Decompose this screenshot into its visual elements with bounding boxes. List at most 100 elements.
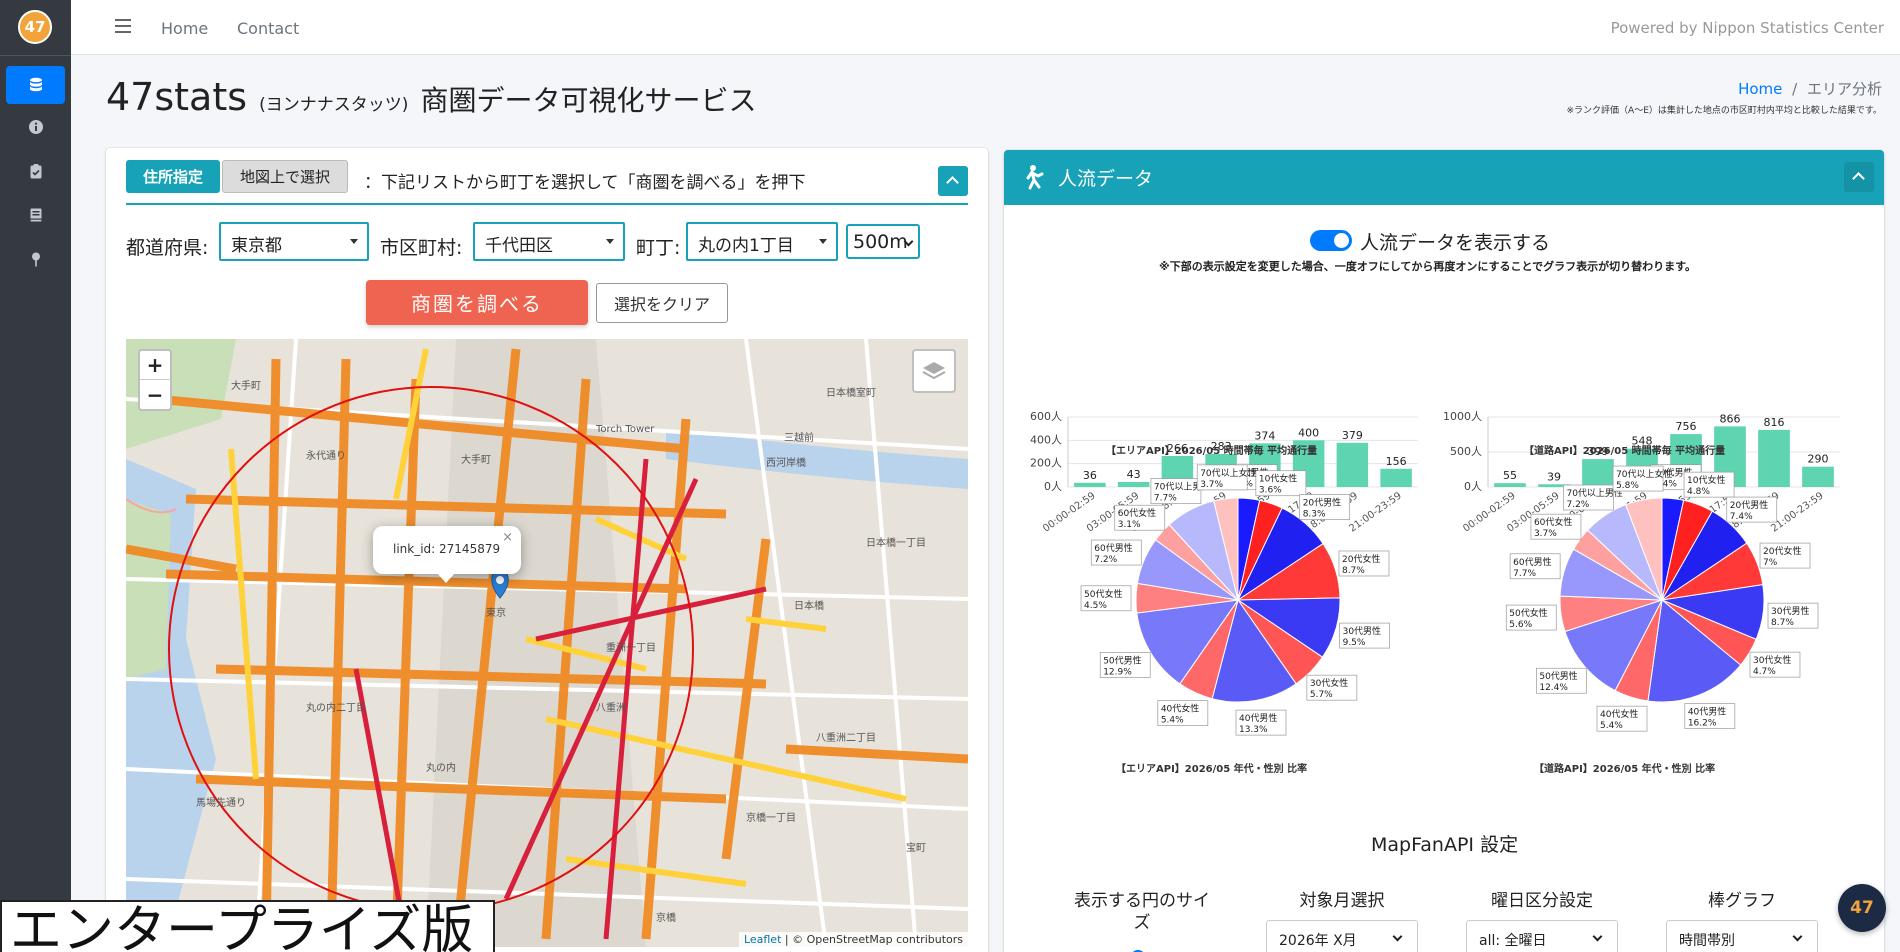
map-view[interactable]: 大手町 永代通り 大手町 東京 丸の内二丁目 丸の内 八重洲 日本橋 京橋一丁目… — [126, 339, 968, 947]
page-title-ruby: (ヨンナナスタッツ) — [259, 95, 409, 115]
bar-chart-label: 棒グラフ — [1708, 891, 1776, 911]
pie-label: 30代女性 — [1310, 677, 1348, 689]
chart-caption: 【道路API】2026/05 時間帯毎 平均通行量 — [1524, 446, 1726, 457]
bar — [1380, 468, 1412, 487]
sidebar-item-clipboard[interactable] — [6, 152, 65, 190]
pie-value-label: 7.2% — [1566, 500, 1589, 510]
chart-caption: 【エリアAPI】2026/05 年代・性別 比率 — [1116, 764, 1308, 775]
weekday-select[interactable]: all: 全曜日 — [1466, 920, 1618, 952]
map-label: 日本橋 — [794, 601, 824, 612]
map-label: 大手町 — [231, 381, 261, 392]
breadcrumb-current: エリア分析 — [1806, 80, 1882, 98]
prefecture-value: 東京都 — [231, 236, 282, 256]
pie-value-label: 3.7% — [1200, 480, 1223, 490]
pie-label: 70代以上女性 — [1200, 467, 1256, 479]
collapse-left-button[interactable] — [938, 166, 968, 196]
popup-close-button[interactable]: × — [502, 530, 513, 545]
prefecture-select[interactable]: 東京都 — [219, 222, 369, 261]
map-label: 永代通り — [306, 451, 346, 462]
pie-label: 70代以上女性 — [1616, 468, 1672, 480]
nav-contact-link[interactable]: Contact — [237, 19, 299, 38]
map-label: 宝町 — [906, 843, 926, 854]
people-flow-title: 人流データ — [1058, 168, 1154, 190]
bar-value-label: 866 — [1720, 412, 1741, 425]
hamburger-menu-icon[interactable] — [115, 19, 131, 33]
tab-underline — [126, 203, 968, 205]
leaflet-link[interactable]: Leaflet — [744, 933, 781, 946]
chart-caption: 【道路API】2026/05 年代・性別 比率 — [1534, 764, 1716, 775]
pie-value-label: 5.6% — [1509, 620, 1532, 630]
floating-logo-button[interactable]: 47 — [1838, 884, 1886, 932]
bar-chart-value: 時間帯別 — [1679, 933, 1735, 949]
month-value: 2026年 X月 — [1279, 933, 1357, 949]
pie-label: 20代女性 — [1342, 553, 1380, 565]
pie-value-label: 5.4% — [1600, 721, 1623, 731]
month-label: 対象月選択 — [1299, 891, 1385, 911]
pie-value-label: 4.5% — [1084, 601, 1107, 611]
sidebar-item-location[interactable] — [6, 240, 65, 278]
circle-size-label: 表示する円のサイズ — [1074, 891, 1210, 934]
toggle-note: ※下部の表示設定を変更した場合、一度オフにしてから再度オンにすることでグラフ表示… — [1159, 260, 1697, 273]
town-select[interactable]: 丸の内1丁目 — [686, 222, 838, 261]
pie-label: 50代女性 — [1084, 588, 1122, 600]
pie-label: 30代男性 — [1343, 625, 1381, 637]
pie-label: 50代男性 — [1539, 670, 1577, 682]
distance-select[interactable]: 500m — [846, 224, 920, 259]
layers-button[interactable] — [912, 349, 956, 393]
map-label: 馬場先通り — [196, 798, 246, 809]
bar — [1336, 442, 1369, 487]
pie-value-label: 4.7% — [1753, 667, 1776, 677]
city-value: 千代田区 — [485, 236, 553, 256]
instruction-text: ：下記リストから町丁を選択して「商圏を調べる」を押下 — [364, 173, 806, 193]
people-flow-card: 人流データ 人流データを表示する ※下部の表示設定を変更した場合、一度オフにして… — [1004, 150, 1884, 952]
chevron-down-icon — [350, 239, 358, 244]
clipboard-check-icon — [30, 164, 41, 179]
collapse-right-button[interactable] — [1844, 162, 1874, 192]
bar-value-label: 36 — [1083, 469, 1097, 482]
map-label: 京橋 — [656, 913, 676, 924]
brand-logo[interactable]: 47 — [18, 10, 52, 44]
zoom-out-button[interactable]: − — [140, 380, 170, 409]
tab-address[interactable]: 住所指定 — [126, 160, 220, 193]
map-label: 日本橋一丁目 — [866, 538, 926, 549]
pie-label: 10代女性 — [1259, 473, 1297, 485]
area-select-card: 住所指定 地図上で選択 ：下記リストから町丁を選択して「商圏を調べる」を押下 都… — [106, 148, 988, 952]
people-flow-toggle[interactable] — [1310, 230, 1352, 251]
bar-chart-select[interactable]: 時間帯別 — [1666, 920, 1818, 952]
pie-value-label: 3.7% — [1534, 529, 1557, 539]
breadcrumb-home-link[interactable]: Home — [1738, 80, 1782, 98]
sidebar-item-info[interactable] — [6, 108, 65, 146]
map-label: 三越前 — [784, 433, 814, 444]
month-select[interactable]: 2026年 X月 — [1266, 920, 1418, 952]
bar-value-label: 379 — [1342, 429, 1363, 442]
pie-value-label: 3.6% — [1259, 486, 1282, 496]
bar-value-label: 156 — [1386, 455, 1407, 468]
nav-home-link[interactable]: Home — [161, 19, 208, 38]
walking-person-icon — [1026, 165, 1044, 190]
sidebar-divider — [0, 55, 71, 56]
bar — [1074, 482, 1106, 487]
pie-value-label: 12.9% — [1103, 667, 1132, 677]
prefecture-label: 都道府県: — [126, 237, 209, 259]
bar-value-label: 400 — [1298, 426, 1319, 439]
pie-value-label: 3.1% — [1118, 520, 1141, 530]
search-area-button[interactable]: 商圏を調べる — [366, 280, 588, 325]
sidebar-item-database[interactable] — [6, 66, 65, 104]
map-label: 大手町 — [461, 455, 491, 466]
layers-icon — [922, 362, 946, 380]
tab-map-select[interactable]: 地図上で選択 — [222, 160, 348, 193]
sidebar-item-book[interactable] — [6, 196, 65, 234]
map-label: 京橋一丁目 — [746, 813, 796, 824]
zoom-in-button[interactable]: + — [140, 351, 170, 380]
pie-value-label: 4.8% — [1687, 487, 1710, 497]
pie-value-label: 7.2% — [1094, 555, 1117, 565]
weekday-value: all: 全曜日 — [1479, 933, 1547, 949]
y-tick-label: 400人 — [1030, 433, 1062, 446]
pie-label: 60代女性 — [1118, 507, 1156, 519]
enterprise-edition-label: エンタープライズ版 — [0, 900, 495, 952]
map-label: Torch Tower — [596, 424, 655, 435]
map-label: 八重洲 — [596, 703, 626, 714]
pie-value-label: 7.7% — [1154, 494, 1177, 504]
city-select[interactable]: 千代田区 — [473, 222, 625, 261]
clear-selection-button[interactable]: 選択をクリア — [596, 283, 728, 323]
